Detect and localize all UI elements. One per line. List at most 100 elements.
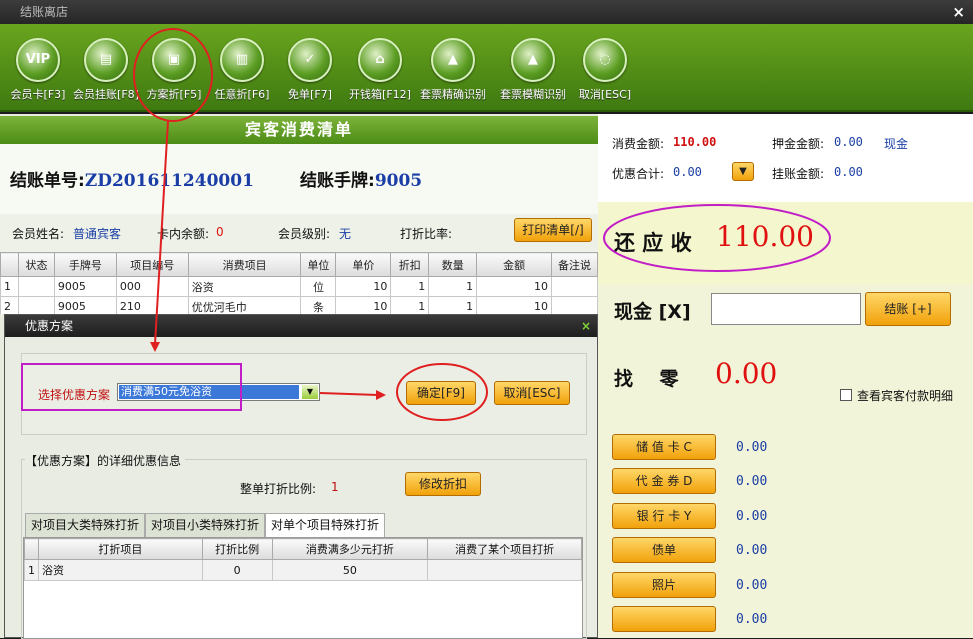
discount-dropdown-button[interactable]: ▼	[732, 162, 754, 181]
window-titlebar: 结账离店 ×	[0, 0, 973, 24]
table-cell: 0	[201, 559, 273, 581]
discount-total-label: 优惠合计:	[612, 167, 665, 181]
column-header: 消费了某个项目打折	[427, 538, 582, 560]
voucher-value: 0.00	[736, 474, 768, 489]
column-header: 手牌号	[53, 252, 117, 277]
modify-discount-button[interactable]: 修改折扣	[405, 472, 481, 496]
toolbar-vip-card-button[interactable]: VIP 会员卡[F3]	[0, 24, 76, 102]
cancel-button[interactable]: 取消[ESC]	[494, 381, 570, 405]
payment-detail-label: 查看宾客付款明细	[857, 389, 954, 403]
hand-number-value: 9005	[374, 171, 423, 191]
table-cell: 10	[476, 296, 553, 314]
toolbar-open-cashbox-button[interactable]: ⌂ 开钱箱[F12]	[342, 24, 418, 102]
column-header: 单价	[335, 252, 392, 277]
table-cell: 浴资	[38, 559, 203, 581]
card-balance-value: 0	[216, 225, 224, 239]
photo-value: 0.00	[736, 578, 768, 593]
toolbar-plan-discount-button[interactable]: ▣ 方案折[F5]	[136, 24, 212, 102]
bill-number: 结账单号:ZD201611240001	[10, 166, 254, 191]
toolbar-ticket-fuzzy-button[interactable]: ▲ 套票模糊识别	[495, 24, 571, 102]
toolbar-label: 方案折[F5]	[146, 88, 202, 101]
toolbar-member-credit-button[interactable]: ▤ 会员挂账[F8]	[68, 24, 144, 102]
member-level-value: 无	[339, 227, 352, 241]
confirm-button[interactable]: 确定[F9]	[406, 381, 476, 405]
toolbar-label: 取消[ESC]	[578, 88, 632, 101]
plan-select[interactable]: 消费满50元免浴资 ▼	[117, 383, 320, 401]
toolbar-free-button[interactable]: ✓ 免单[F7]	[272, 24, 348, 102]
extra-payment-button[interactable]	[612, 606, 716, 632]
table-cell	[551, 276, 598, 297]
table-cell	[17, 276, 55, 297]
consume-value: 110.00	[673, 135, 717, 149]
amount-due-value: 110.00	[716, 220, 814, 253]
column-header: 项目编号	[115, 252, 189, 277]
amount-due: 还 应 收 110.00	[598, 202, 973, 284]
bill-table: 状态 手牌号 项目编号 消费项目 单位 单价 折扣 数量 金额 备注说 1 90…	[0, 252, 598, 314]
towel-icon: ▥	[220, 38, 264, 82]
cash-input[interactable]	[711, 293, 861, 325]
photo-button[interactable]: 照片	[612, 572, 716, 598]
voucher-button[interactable]: 代 金 券 D	[612, 468, 716, 494]
toolbar-ticket-exact-button[interactable]: ▲ 套票精确识别	[415, 24, 491, 102]
dialog-titlebar: 优惠方案 ×	[5, 315, 597, 337]
table-cell: 50	[271, 559, 429, 581]
column-header	[0, 252, 19, 277]
ledger-icon: ▤	[84, 38, 128, 82]
dual-triangle-icon: ▲	[511, 38, 555, 82]
checkout-button[interactable]: 结账 [+]	[865, 292, 951, 326]
column-header: 打折项目	[38, 538, 203, 560]
table-cell: 9005	[53, 296, 117, 314]
table-cell: 1	[390, 276, 430, 297]
discount-detail-table: 打折项目 打折比例 消费满多少元打折 消费了某个项目打折 1 浴资 0 50	[23, 537, 583, 639]
table-cell	[427, 559, 582, 581]
print-list-button[interactable]: 打印清单[/]	[514, 218, 592, 242]
column-header: 备注说	[551, 252, 598, 277]
table-cell: 1	[428, 296, 478, 314]
payment-detail-checkbox[interactable]	[840, 389, 852, 401]
hand-number-label: 结账手牌:	[300, 171, 375, 191]
vip-icon: VIP	[16, 38, 60, 82]
tab-subcategory-discount[interactable]: 对项目小类特殊打折	[145, 513, 265, 537]
chevron-down-icon[interactable]: ▼	[302, 385, 318, 399]
bill-info: 结账单号:ZD201611240001 结账手牌:9005	[0, 144, 598, 214]
plan-select-value: 消费满50元免浴资	[119, 385, 299, 399]
cashbox-icon: ⌂	[358, 38, 402, 82]
table-row[interactable]: 2 9005 210 优优河毛巾 条 10 1 1 10	[0, 296, 598, 314]
discount-rate-label: 打折比率:	[400, 227, 453, 241]
close-icon[interactable]: ×	[952, 0, 965, 24]
column-header: 数量	[428, 252, 478, 277]
change-label: 找 零	[614, 368, 679, 390]
toolbar: VIP 会员卡[F3] ▤ 会员挂账[F8] ▣ 方案折[F5] ▥ 任意折[F6] ✓…	[0, 24, 973, 112]
table-cell: 1	[0, 276, 19, 297]
dialog-close-icon[interactable]: ×	[581, 315, 591, 337]
table-cell: 1	[24, 559, 39, 581]
table-row[interactable]: 1 浴资 0 50	[24, 559, 582, 581]
table-cell: 10	[335, 296, 392, 314]
table-cell	[551, 296, 598, 314]
bag-icon: ✓	[288, 38, 332, 82]
triangle-icon: ▲	[431, 38, 475, 82]
stored-value-card-value: 0.00	[736, 440, 768, 455]
toolbar-label: 开钱箱[F12]	[349, 88, 411, 101]
tab-category-discount[interactable]: 对项目大类特殊打折	[25, 513, 145, 537]
discount-total-value: 0.00	[673, 165, 702, 179]
tab-item-discount[interactable]: 对单个项目特殊打折	[265, 513, 385, 537]
extra-payment-value: 0.00	[736, 612, 768, 627]
table-row[interactable]: 1 9005 000 浴资 位 10 1 1 10	[0, 276, 598, 297]
stored-value-card-button[interactable]: 储 值 卡 C	[612, 434, 716, 460]
table-cell: 浴资	[187, 276, 302, 297]
table-cell: 2	[0, 296, 19, 314]
bank-card-button[interactable]: 银 行 卡 Y	[612, 503, 716, 529]
bond-button[interactable]: 债单	[612, 537, 716, 563]
toolbar-label: 会员挂账[F8]	[73, 88, 139, 101]
toolbar-custom-discount-button[interactable]: ▥ 任意折[F6]	[204, 24, 280, 102]
member-info-row: 会员姓名: 普通宾客 卡内余额: 0 会员级别: 无 打折比率: 打印清单[/]	[0, 214, 598, 252]
table-cell: 10	[335, 276, 392, 297]
discount-plan-dialog: 优惠方案 × 选择优惠方案 消费满50元免浴资 ▼ 确定[F9] 取消[ESC]…	[4, 314, 598, 639]
hand-number: 结账手牌:9005	[300, 166, 422, 191]
toolbar-cancel-button[interactable]: ◌ 取消[ESC]	[567, 24, 643, 102]
toolbar-label: 套票模糊识别	[500, 88, 566, 101]
deposit-type: 现金	[884, 137, 909, 151]
plan-select-panel: 选择优惠方案 消费满50元免浴资 ▼ 确定[F9] 取消[ESC]	[21, 353, 587, 435]
column-header: 消费项目	[187, 252, 302, 277]
